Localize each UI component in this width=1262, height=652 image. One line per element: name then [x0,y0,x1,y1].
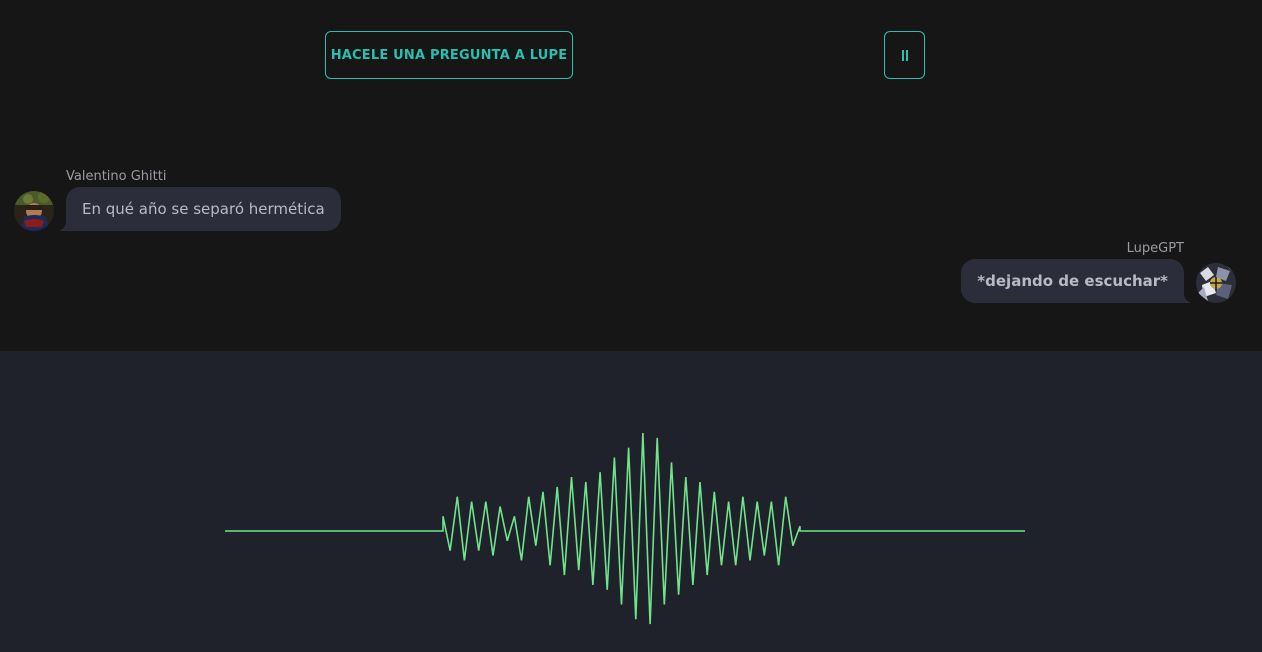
sender-name-user: Valentino Ghitti [66,169,167,184]
user-avatar[interactable] [14,191,54,231]
message-text-user: En qué año se separó hermética [82,200,325,218]
pause-button[interactable] [884,31,925,79]
bot-avatar-illustration [1196,263,1236,303]
chat-area: HACELE UNA PREGUNTA A LUPE Valentino Ghi… [0,0,1262,351]
ask-lupe-button-label: HACELE UNA PREGUNTA A LUPE [330,47,568,63]
bot-avatar[interactable] [1196,263,1236,303]
message-text-bot: *dejando de escuchar* [977,272,1168,290]
ask-lupe-button[interactable]: HACELE UNA PREGUNTA A LUPE [325,31,573,79]
waveform-graphic [225,432,1025,625]
user-avatar-photo [14,191,54,231]
sender-name-bot: LupeGPT [1126,241,1184,256]
message-bubble-bot: *dejando de escuchar* [961,259,1194,303]
pause-icon [901,49,908,61]
waveform-line [225,432,1025,625]
message-bubble-user: En qué año se separó hermética [56,187,341,231]
audio-visualizer [0,351,1262,648]
